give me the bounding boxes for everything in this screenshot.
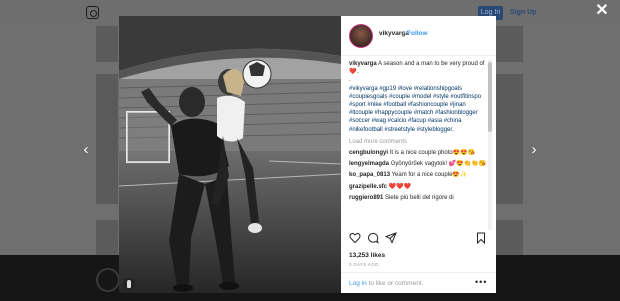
user-tag-icon[interactable] [123, 278, 135, 290]
comment-item: cengbulongyi It is a nice couple photo😍😍… [349, 149, 487, 157]
background-tile [496, 74, 523, 204]
comment-text: Gyönyörűek vagytok! 💕😍👏👏😘 [390, 161, 487, 168]
caption: vikyvarga A season and a man to be very … [349, 60, 487, 76]
heart-icon[interactable] [349, 232, 361, 244]
share-icon[interactable] [385, 232, 397, 244]
background-tile [496, 220, 523, 255]
comment-text: Siete più belli del rigore di [385, 194, 454, 201]
login-link[interactable]: Log in [349, 280, 367, 287]
comments-list[interactable]: vikyvarga A season and a man to be very … [349, 60, 487, 230]
login-prompt-bar: Log in to like or comment. ••• [341, 272, 496, 293]
next-post-arrow-icon[interactable]: › [528, 142, 540, 158]
background-signup-link: Sign Up [510, 9, 537, 16]
comment-text: ❤️❤️❤️ [388, 183, 412, 190]
comment-icon[interactable] [367, 232, 379, 244]
comment-item: lengyelmagda Gyönyörűek vagytok! 💕😍👏👏😘 [349, 160, 487, 168]
post-photo[interactable] [119, 16, 341, 293]
post-actions [349, 232, 489, 248]
post-modal: vikyvarga • Follow vikyvarga A season an… [119, 16, 496, 293]
more-options-icon[interactable]: ••• [475, 277, 487, 287]
load-more-comments-button[interactable]: Load more comments [349, 138, 487, 146]
previous-post-arrow-icon[interactable]: ‹ [80, 142, 92, 158]
avatar[interactable] [349, 24, 373, 48]
background-tile [496, 26, 523, 62]
follow-button[interactable]: Follow [407, 30, 428, 37]
scrollbar-thumb[interactable] [488, 62, 492, 132]
comment-item: ruggiero891 Siete più belli del rigore d… [349, 194, 487, 202]
caption-username[interactable]: vikyvarga [349, 61, 377, 67]
background-tile [96, 220, 118, 255]
comment-text: It is a nice couple photo😍😍😘 [389, 150, 476, 157]
login-prompt-suffix: to like or comment. [366, 280, 424, 287]
separator-dot: • [403, 30, 406, 37]
comment-username[interactable]: lengyelmagda [349, 161, 389, 167]
comment-username[interactable]: grazipelle.sfc [349, 184, 387, 190]
bookmark-icon[interactable] [475, 232, 487, 244]
post-header: vikyvarga • Follow [341, 16, 496, 56]
comments-scrollbar[interactable] [488, 60, 492, 230]
comment-item: ko_papa_0813 Yeam for a nice couple😍✨ [349, 171, 487, 179]
comment-text: Yeam for a nice couple😍✨ [391, 172, 468, 179]
comment-username[interactable]: ruggiero891 [349, 195, 383, 201]
background-tile [96, 26, 118, 62]
close-button[interactable]: ✕ [594, 3, 610, 19]
likes-count[interactable]: 13,253 likes [349, 252, 385, 259]
camera-icon [96, 268, 120, 292]
post-sidebar: vikyvarga • Follow vikyvarga A season an… [341, 16, 496, 293]
background-tile [96, 74, 118, 204]
post-timestamp: 3 DAYS AGO [349, 262, 379, 267]
caption-hashtags[interactable]: #vikyvarga #gp19 #love #relationshipgoal… [349, 85, 487, 134]
comment-username[interactable]: cengbulongyi [349, 150, 388, 156]
login-prompt: Log in to like or comment. [349, 280, 423, 287]
instagram-logo-icon [86, 6, 99, 19]
caption-dot: . [349, 77, 351, 84]
comment-username[interactable]: ko_papa_0813 [349, 172, 390, 178]
comment-item: grazipelle.sfc ❤️❤️❤️ [349, 183, 487, 191]
stadium-photo [119, 16, 341, 293]
